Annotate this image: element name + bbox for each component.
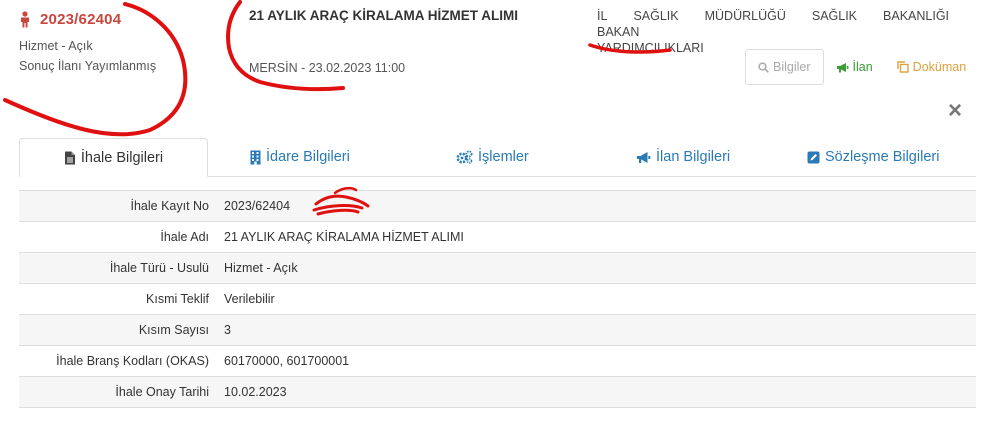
ilan-button[interactable]: İlan bbox=[824, 49, 885, 85]
row-value: 3 bbox=[224, 323, 231, 337]
agency-word: BAKANLIĞI bbox=[883, 9, 950, 23]
type-method-text: Hizmet - Açık bbox=[19, 39, 93, 53]
agency-word: SAĞLIK bbox=[811, 9, 858, 23]
row-label: İhale Adı bbox=[160, 230, 209, 244]
person-icon bbox=[19, 11, 31, 28]
tab-label: İşlemler bbox=[478, 149, 529, 165]
bullhorn-icon bbox=[836, 62, 849, 73]
info-button[interactable]: Bilgiler bbox=[745, 49, 824, 85]
row-label: Kısım Sayısı bbox=[138, 323, 209, 337]
row-label: İhale Branş Kodları (OKAS) bbox=[56, 354, 209, 368]
info-button-label: Bilgiler bbox=[773, 60, 811, 74]
row-label: Kısmi Teklif bbox=[146, 292, 209, 306]
ilan-button-label: İlan bbox=[852, 60, 873, 74]
tab-islemler[interactable]: İşlemler bbox=[456, 138, 529, 176]
table-row: Kısmi Teklif Verilebilir bbox=[19, 283, 976, 314]
row-value: Verilebilir bbox=[224, 292, 275, 306]
table-row: Kısım Sayısı 3 bbox=[19, 314, 976, 345]
tab-label: İlan Bilgileri bbox=[656, 149, 731, 165]
record-number: 2023/62404 bbox=[40, 11, 122, 28]
table-row: İhale Kayıt No 2023/62404 bbox=[19, 190, 976, 221]
row-label: İhale Onay Tarihi bbox=[115, 385, 209, 399]
table-row: İhale Branş Kodları (OKAS) 60170000, 601… bbox=[19, 345, 976, 376]
row-value: 60170000, 601700001 bbox=[224, 354, 350, 368]
row-label: İhale Kayıt No bbox=[130, 199, 209, 213]
tab-label: İhale Bilgileri bbox=[80, 149, 164, 166]
table-row-partial bbox=[19, 407, 976, 438]
tab-ilan-bilgileri[interactable]: İlan Bilgileri bbox=[636, 138, 730, 176]
file-icon bbox=[64, 151, 76, 165]
table-row: İhale Adı 21 AYLIK ARAÇ KİRALAMA HİZMET … bbox=[19, 221, 976, 252]
building-icon bbox=[250, 150, 261, 165]
document-button[interactable]: Doküman bbox=[885, 49, 979, 85]
agency-word: SAĞLIK bbox=[633, 9, 679, 23]
row-value: 21 AYLIK ARAÇ KİRALAMA HİZMET ALIMI bbox=[224, 230, 464, 244]
tab-ihale-bilgileri[interactable]: İhale Bilgileri bbox=[19, 138, 208, 177]
copy-icon bbox=[896, 61, 909, 73]
tab-label: Sözleşme Bilgileri bbox=[825, 149, 940, 165]
tab-idare-bilgileri[interactable]: İdare Bilgileri bbox=[250, 138, 350, 176]
tab-label: İdare Bilgileri bbox=[266, 149, 350, 165]
status-text: Sonuç İlanı Yayımlanmış bbox=[19, 59, 157, 73]
action-buttons: Bilgiler İlan Doküman bbox=[745, 49, 978, 86]
edit-icon bbox=[807, 151, 820, 164]
table-row: İhale Türü - Usulü Hizmet - Açık bbox=[19, 252, 976, 283]
tender-title: 21 AYLIK ARAÇ KİRALAMA HİZMET ALIMI bbox=[249, 8, 518, 23]
agency-word: İL bbox=[597, 9, 608, 23]
agency-line2: YARDIMCILIKLARI bbox=[597, 41, 704, 55]
agency-word: BAKAN bbox=[597, 25, 640, 39]
tab-sozlesme-bilgileri[interactable]: Sözleşme Bilgileri bbox=[807, 138, 939, 176]
row-value: 2023/62404 bbox=[224, 199, 291, 213]
row-value: 10.02.2023 bbox=[224, 385, 287, 399]
bullhorn-icon bbox=[636, 151, 651, 164]
document-button-label: Doküman bbox=[912, 60, 967, 74]
table-row: İhale Onay Tarihi 10.02.2023 bbox=[19, 376, 976, 407]
record-header: 2023/62404 bbox=[19, 11, 121, 28]
row-label: İhale Türü - Usulü bbox=[109, 261, 209, 275]
gears-icon bbox=[456, 150, 473, 164]
tender-details-table: İhale Kayıt No 2023/62404 İhale Adı 21 A… bbox=[19, 190, 976, 438]
agency-word: MÜDÜRLÜĞÜ bbox=[704, 9, 786, 23]
tab-bar: İhale Bilgileri İdare Bilgileri İşlemler… bbox=[19, 138, 976, 177]
close-icon[interactable]: × bbox=[948, 99, 962, 123]
search-icon bbox=[758, 61, 769, 73]
row-value: Hizmet - Açık bbox=[224, 261, 298, 275]
location-date: MERSİN - 23.02.2023 11:00 bbox=[249, 61, 406, 75]
